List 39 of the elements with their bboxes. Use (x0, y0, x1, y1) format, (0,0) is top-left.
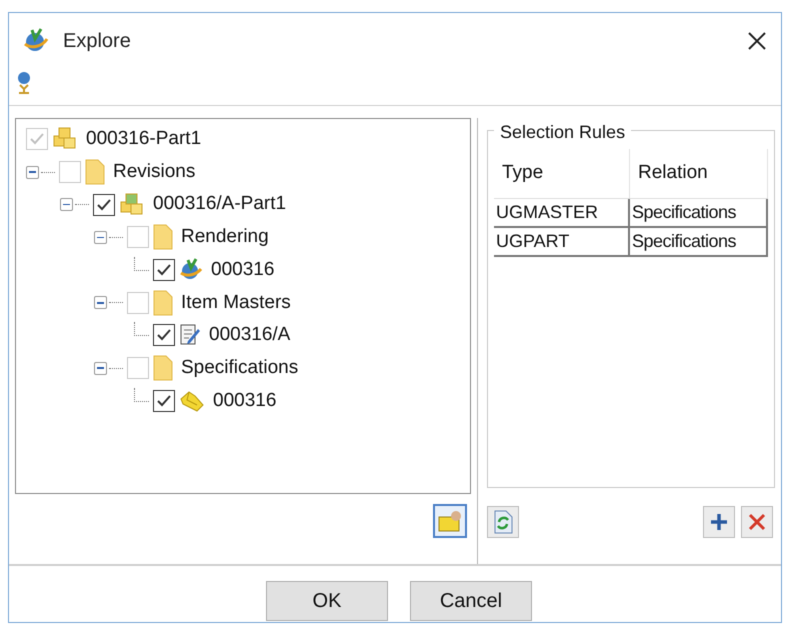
globe-icon (23, 28, 49, 54)
delete-button[interactable] (741, 506, 773, 538)
document-pencil-icon (179, 323, 201, 348)
column-header[interactable]: Type (494, 149, 630, 198)
tree-connector (134, 388, 149, 402)
tree-connector (41, 172, 55, 173)
folder-icon (153, 224, 173, 250)
folder-icon (85, 159, 105, 186)
add-button[interactable] (703, 506, 735, 538)
tree-connector (75, 204, 89, 206)
checkmark-icon (29, 132, 45, 146)
table-cell: Specifications (630, 228, 768, 255)
block-icon (179, 388, 205, 413)
dialog-button[interactable]: OK (266, 581, 388, 621)
table-cell: UGMASTER (494, 199, 630, 226)
close-icon (747, 31, 767, 51)
folder-icon (153, 290, 173, 316)
checkmark-icon (156, 263, 172, 278)
dialog-button[interactable]: Cancel (410, 581, 532, 621)
table-cell: Specifications (630, 199, 768, 226)
tree-connector (109, 368, 123, 369)
column-header[interactable]: Relation (630, 149, 768, 198)
checkmark-icon (156, 328, 172, 342)
tree-connector (109, 236, 123, 238)
refresh-button[interactable] (487, 506, 519, 538)
folder-icon (153, 355, 173, 382)
checkmark-icon (156, 394, 172, 408)
close-icon (748, 513, 766, 531)
cubes-icon (52, 127, 78, 152)
cubes-icon (119, 192, 145, 217)
folder-hand-icon[interactable] (433, 504, 467, 538)
plus-icon (709, 512, 729, 532)
refresh-icon (492, 510, 514, 534)
tree-connector (134, 322, 149, 336)
tree-connector (109, 302, 123, 304)
window-title: Explore (63, 29, 131, 54)
checkmark-icon (96, 198, 112, 212)
table-cell: UGPART (494, 228, 630, 255)
tree-connector (134, 257, 149, 272)
